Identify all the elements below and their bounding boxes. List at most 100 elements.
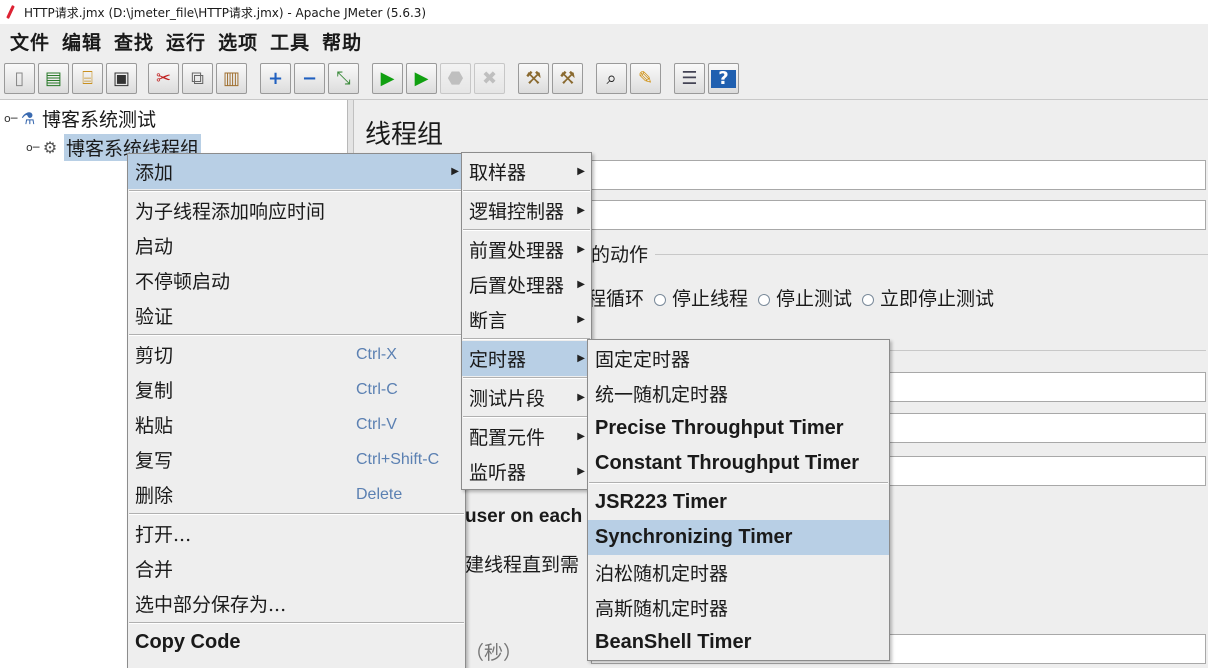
submenu-item-pre-processor[interactable]: 前置处理器 ▶ [462,232,591,267]
action-group-border [655,254,1208,255]
tree-handle-icon[interactable]: o─ [26,141,40,154]
duration-label: （秒） [465,642,523,664]
timer-item-jsr223-timer[interactable]: JSR223 Timer [588,485,889,520]
menu-item-copy[interactable]: 复制 Ctrl-C [128,372,465,407]
add-submenu: 取样器 ▶ 逻辑控制器 ▶ 前置处理器 ▶ 后置处理器 ▶ 断言 ▶ 定时器 ▶ 测试片段 ▶… [461,152,592,490]
menu-edit[interactable]: 编辑 [56,28,108,55]
timer-item-synchronizing-timer[interactable]: Synchronizing Timer [588,520,889,555]
save-icon: ▣ [112,67,130,89]
submenu-item-post-processor[interactable]: 后置处理器 ▶ [462,267,591,302]
window-title: HTTP请求.jmx (D:\jmeter_file\HTTP请求.jmx) -… [24,5,427,20]
submenu-arrow-icon: ▶ [577,279,585,290]
menu-separator [463,416,590,418]
radio-stop-test-label[interactable]: 停止测试 [776,288,852,310]
menu-item-add[interactable]: 添加 ▶ [128,154,465,189]
tree-node-test-plan[interactable]: o─ ⚗ 博客系统测试 [4,105,156,132]
timer-item-uniform-random-timer[interactable]: 统一随机定时器 [588,376,889,411]
menu-item-open[interactable]: 打开... [128,516,465,551]
toggle-icon: ⤡ [336,67,351,89]
paste-button[interactable]: ▥ [216,63,247,94]
new-button[interactable]: ▯ [4,63,35,94]
submenu-item-sampler[interactable]: 取样器 ▶ [462,154,591,189]
reset-search-button[interactable]: ✎ [630,63,661,94]
comments-field[interactable] [591,200,1206,230]
save-button[interactable]: ▣ [106,63,137,94]
radio-stop-test[interactable] [758,293,771,306]
shortcut-cut: Ctrl-X [356,345,397,363]
submenu-arrow-icon: ▶ [577,166,585,177]
menu-item-start-no-pauses[interactable]: 不停顿启动 [128,263,465,298]
menu-options[interactable]: 选项 [212,28,264,55]
submenu-item-config-element[interactable]: 配置元件 ▶ [462,419,591,454]
toolbar: ▯ ▤ ⌸ ▣ ✂ ⧉ ▥ + − ⤡ ▶ ▶ ⬣ ✖ ⚒ ⚒ ⌕ ✎ ☰ ? [0,58,1208,100]
submenu-item-timer[interactable]: 定时器 ▶ [462,341,591,376]
menu-item-cut[interactable]: 剪切 Ctrl-X [128,337,465,372]
submenu-arrow-icon: ▶ [577,466,585,477]
templates-button[interactable]: ▤ [38,63,69,94]
action-radio-row: 程循环 停止线程 停止测试 立即停止测试 [587,284,994,311]
clear-button[interactable]: ⚒ [518,63,549,94]
radio-stop-test-now-label[interactable]: 立即停止测试 [880,288,994,310]
submenu-arrow-icon: ▶ [577,353,585,364]
submenu-arrow-icon: ▶ [577,392,585,403]
radio-stop-thread[interactable] [654,293,667,306]
open-button[interactable]: ⌸ [72,63,103,94]
stop-button[interactable]: ⬣ [440,63,471,94]
timer-item-poisson-random-timer[interactable]: 泊松随机定时器 [588,555,889,590]
search-icon: ⌕ [606,67,617,89]
menu-search[interactable]: 查找 [108,28,160,55]
menu-item-validate[interactable]: 验证 [128,298,465,333]
menu-item-save-selection-as[interactable]: 选中部分保存为... [128,586,465,621]
radio-stop-test-now[interactable] [862,293,875,306]
menu-item-copy-code[interactable]: Copy Code [128,625,465,660]
same-user-checkbox-label[interactable]: user on each [465,506,582,528]
name-field[interactable] [591,160,1206,190]
help-icon: ? [711,69,736,88]
radio-continue-label[interactable]: 程循环 [587,288,644,310]
menu-run[interactable]: 运行 [160,28,212,55]
test-plan-label: 博客系统测试 [42,109,157,131]
start-button[interactable]: ▶ [372,63,403,94]
timer-item-constant-timer[interactable]: 固定定时器 [588,341,889,376]
tree-handle-icon[interactable]: o─ [4,112,18,125]
radio-stop-thread-label[interactable]: 停止线程 [672,288,748,310]
menu-separator [463,377,590,379]
menu-item-delete[interactable]: 删除 Delete [128,477,465,512]
submenu-item-listener[interactable]: 监听器 ▶ [462,454,591,489]
menu-file[interactable]: 文件 [4,28,56,55]
start-no-pauses-icon: ▶ [414,67,429,89]
function-helper-button[interactable]: ☰ [674,63,705,94]
reset-search-icon: ✎ [637,67,654,89]
copy-button[interactable]: ⧉ [182,63,213,94]
start-no-pauses-button[interactable]: ▶ [406,63,437,94]
menu-item-add-response-time[interactable]: 为子线程添加响应时间 [128,193,465,228]
help-button[interactable]: ? [708,63,739,94]
toggle-button[interactable]: ⤡ [328,63,359,94]
clear-all-button[interactable]: ⚒ [552,63,583,94]
expand-all-button[interactable]: + [260,63,291,94]
delay-thread-checkbox-label[interactable]: 建线程直到需 [465,550,579,577]
gear-icon: ⚙ [42,138,58,157]
menu-separator [129,334,464,336]
search-button[interactable]: ⌕ [596,63,627,94]
timer-item-beanshell-timer[interactable]: BeanShell Timer [588,625,889,660]
menu-help[interactable]: 帮助 [316,28,368,55]
menu-tools[interactable]: 工具 [264,28,316,55]
submenu-item-assertion[interactable]: 断言 ▶ [462,302,591,337]
cut-button[interactable]: ✂ [148,63,179,94]
submenu-item-logic-controller[interactable]: 逻辑控制器 ▶ [462,193,591,228]
timer-item-precise-throughput-timer[interactable]: Precise Throughput Timer [588,411,889,446]
menu-item-start[interactable]: 启动 [128,228,465,263]
shutdown-icon: ✖ [481,67,498,89]
shutdown-button[interactable]: ✖ [474,63,505,94]
collapse-all-button[interactable]: − [294,63,325,94]
timer-item-gaussian-random-timer[interactable]: 高斯随机定时器 [588,590,889,625]
menu-item-merge[interactable]: 合并 [128,551,465,586]
submenu-arrow-icon: ▶ [577,314,585,325]
submenu-item-test-fragment[interactable]: 测试片段 ▶ [462,380,591,415]
menu-item-duplicate[interactable]: 复写 Ctrl+Shift-C [128,442,465,477]
menu-item-paste[interactable]: 粘贴 Ctrl-V [128,407,465,442]
submenu-arrow-icon: ▶ [577,244,585,255]
shortcut-paste: Ctrl-V [356,415,397,433]
timer-item-constant-throughput-timer[interactable]: Constant Throughput Timer [588,446,889,481]
